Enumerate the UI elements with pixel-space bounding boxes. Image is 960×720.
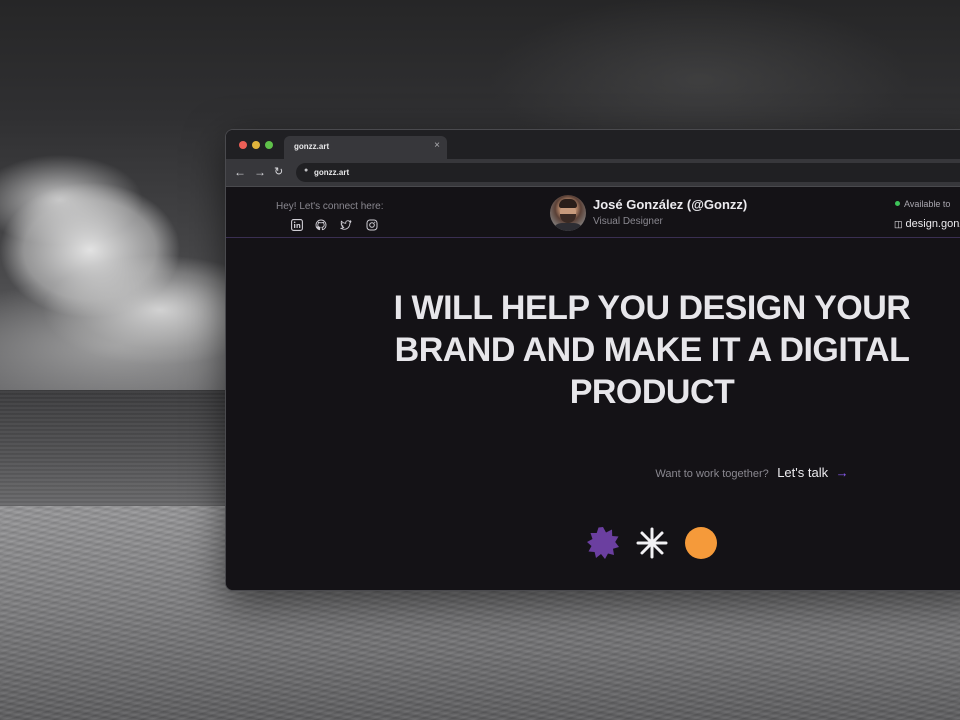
status-text: Available to [904,199,951,209]
address-bar[interactable]: ● gonzz.art [296,163,960,182]
github-icon[interactable] [315,219,327,231]
lock-icon: ● [304,167,309,174]
hero-headline: I WILL HELP YOU DESIGN YOUR BRAND AND MA… [393,289,911,411]
white-asterisk-icon [635,526,669,560]
cta-question: Want to work together? [655,468,769,480]
browser-tab[interactable]: gonzz.art × [284,136,447,159]
connect-label: Hey! Let's connect here: [276,201,384,212]
avatar [550,195,586,231]
external-link-icon: ◫ [894,219,903,229]
site-link-text: design.gonz [905,218,960,230]
instagram-icon[interactable] [366,219,378,231]
design-site-link[interactable]: ◫ design.gonz [894,218,960,230]
website-content: Hey! Let's connect here: José González (… [226,187,960,590]
reload-icon[interactable]: ↻ [274,165,283,179]
twitter-icon[interactable] [340,219,352,231]
window-close-dot[interactable] [239,141,247,149]
back-arrow-icon[interactable]: ← [234,165,246,179]
tab-title: gonzz.art [294,142,330,151]
purple-starburst-icon [586,526,620,560]
window-maximize-dot[interactable] [265,141,273,149]
profile-name: José González (@Gonzz) [593,197,748,212]
window-minimize-dot[interactable] [252,141,260,149]
profile-role: Visual Designer [593,216,663,227]
status-dot-icon [895,201,900,206]
arrow-right-icon[interactable]: → [836,465,849,480]
browser-window: gonzz.art × ← → ↻ ● gonzz.art Hey! Let's… [225,129,960,591]
linkedin-icon[interactable] [291,219,303,231]
browser-toolbar: ← → ↻ ● gonzz.art [226,159,960,187]
lets-talk-link[interactable]: Let's talk [777,465,828,480]
tab-close-icon[interactable]: × [434,141,440,151]
browser-tab-bar: gonzz.art × [226,130,960,159]
orange-circle-icon [684,526,718,560]
site-header: Hey! Let's connect here: José González (… [226,187,960,238]
address-bar-url[interactable]: gonzz.art [314,168,349,177]
cta-row: Want to work together? Let's talk → [226,464,960,482]
forward-arrow-icon[interactable]: → [254,165,266,179]
availability-status: Available to [895,199,950,209]
